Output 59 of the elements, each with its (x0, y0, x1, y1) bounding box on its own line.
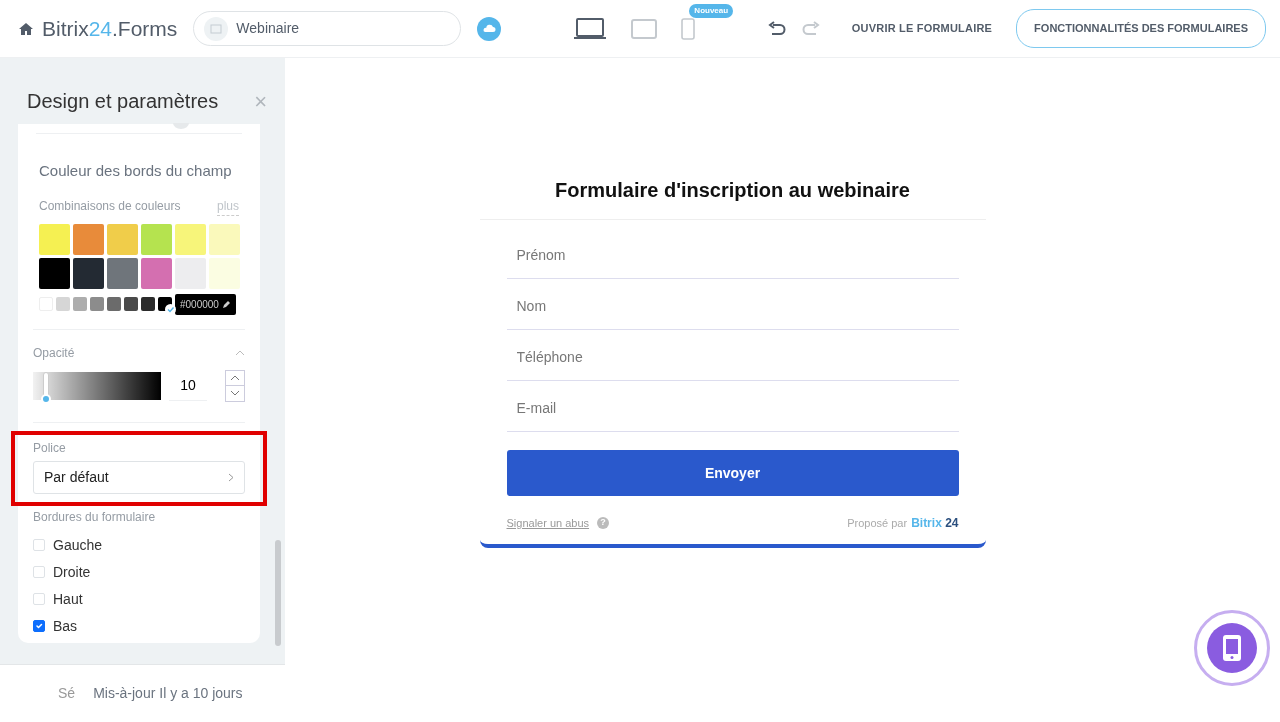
undo-icon[interactable] (767, 20, 786, 37)
cloud-icon (477, 16, 502, 41)
image-icon (204, 16, 229, 41)
color-swatch[interactable] (39, 257, 70, 289)
color-swatch[interactable] (175, 223, 206, 255)
font-label: Police (33, 439, 67, 457)
hex-color-field[interactable]: #000000 (175, 293, 236, 315)
checkbox-label: Bas (53, 616, 78, 636)
chevron-down-icon (230, 390, 240, 396)
color-swatch[interactable] (107, 223, 138, 255)
shade-swatch[interactable] (124, 297, 138, 311)
new-badge: Nouveau (689, 3, 734, 18)
color-swatch[interactable] (209, 223, 240, 255)
open-form-link[interactable]: OUVRIR LE FORMULAIRE (851, 20, 993, 37)
opacity-label: Opacité (33, 344, 75, 362)
color-swatch[interactable] (73, 223, 104, 255)
shade-swatch[interactable] (90, 297, 104, 311)
laptop-icon[interactable] (573, 17, 608, 40)
pencil-icon (222, 300, 231, 308)
borders-label: Bordures du formulaire (33, 508, 157, 526)
form-title: Formulaire d'inscription au webinaire (479, 165, 986, 220)
check-icon (165, 304, 176, 315)
color-swatch[interactable] (141, 257, 172, 289)
palette-label: Combinaisons de couleurs (39, 197, 181, 215)
home-icon[interactable] (18, 21, 34, 36)
update-status: Mis-à-jour Il y a 10 jours (93, 684, 243, 703)
chevron-up-icon (230, 374, 240, 381)
phone-icon[interactable] (681, 17, 696, 40)
slider-thumb[interactable] (42, 371, 49, 402)
shade-swatch[interactable] (56, 297, 70, 311)
slider-edge-icon (171, 123, 191, 129)
features-button[interactable]: FONCTIONNALITÉS DES FORMULAIRES (1016, 9, 1266, 48)
tablet-icon (1222, 634, 1242, 662)
checkbox-label: Gauche (53, 535, 103, 555)
chevron-right-icon (228, 472, 234, 482)
color-swatch[interactable] (39, 223, 70, 255)
color-swatch[interactable] (73, 257, 104, 289)
panel-title: Design et paramètres (27, 89, 219, 114)
color-swatch[interactable] (209, 257, 240, 289)
chevron-up-icon[interactable] (235, 349, 245, 356)
opacity-slider[interactable] (33, 371, 161, 400)
brand-link[interactable]: Bitrix 24 (911, 514, 959, 532)
tablet-icon[interactable] (631, 18, 658, 39)
color-swatch[interactable] (141, 223, 172, 255)
footer-text: Sé (58, 684, 76, 703)
shade-swatch[interactable] (107, 297, 121, 311)
increase-button[interactable] (225, 369, 245, 386)
checkbox-label: Droite (53, 562, 91, 582)
submit-button[interactable]: Envoyer (506, 450, 959, 496)
section-title: Couleur des bords du champ (39, 161, 233, 181)
font-select[interactable]: Par défaut (33, 460, 245, 494)
shade-swatch[interactable] (141, 297, 155, 311)
logo: Bitrix24.Forms (42, 15, 178, 42)
checkbox-label: Haut (53, 589, 83, 609)
scrollbar[interactable] (275, 540, 281, 646)
border-checkbox[interactable] (33, 620, 45, 632)
powered-by-text: Proposé par (847, 515, 908, 531)
color-swatch[interactable] (107, 257, 138, 289)
shade-swatch[interactable] (73, 297, 87, 311)
